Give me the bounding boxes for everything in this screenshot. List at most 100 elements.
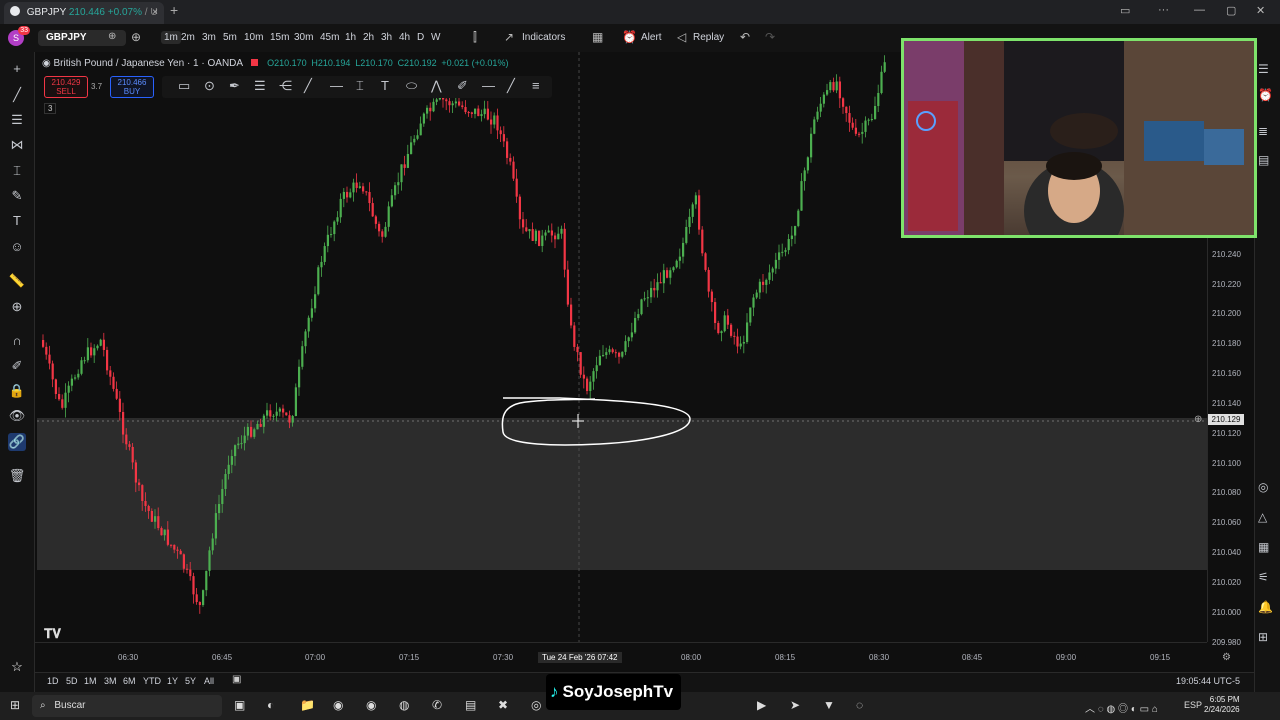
candle-body xyxy=(563,228,566,270)
range-3M[interactable]: 3M xyxy=(104,676,117,686)
range-1Y[interactable]: 1Y xyxy=(167,676,178,686)
excel-icon[interactable]: ✖ xyxy=(498,698,508,712)
chrome-icon[interactable]: ◉ xyxy=(333,698,343,712)
windows-start-icon[interactable]: ⊞ xyxy=(10,698,20,712)
file-explorer-icon[interactable]: 📁 xyxy=(300,698,315,712)
highlighter-icon[interactable]: ✐ xyxy=(457,78,468,94)
buy-button[interactable]: 210.466 BUY xyxy=(110,76,154,98)
horizontal-ray-icon[interactable]: — xyxy=(330,78,343,93)
candle-body xyxy=(557,233,560,240)
chrome-profile-icon[interactable]: ◉ xyxy=(366,698,376,712)
app-icon[interactable]: ▤ xyxy=(465,698,476,712)
settings-gear-icon[interactable]: ⚙ xyxy=(1222,652,1231,663)
brave-icon[interactable]: ▼ xyxy=(823,698,835,712)
candle-body xyxy=(851,122,854,128)
candle-body xyxy=(154,516,157,522)
pen-icon[interactable]: ✒ xyxy=(229,78,240,94)
line-icon[interactable]: ╱ xyxy=(304,78,312,94)
ellipse-icon[interactable]: ⬭ xyxy=(406,78,417,94)
pitchfork-icon[interactable]: ⋲ xyxy=(279,78,292,94)
legend-title[interactable]: British Pound / Japanese Yen · 1 · OANDA xyxy=(54,58,243,69)
range-YTD[interactable]: YTD xyxy=(143,676,161,686)
candle-body xyxy=(83,360,86,362)
candle-body xyxy=(605,352,608,356)
candle-body xyxy=(186,568,189,570)
apps-grid-icon[interactable]: ⊞ xyxy=(1258,630,1268,644)
taskbar-search[interactable]: ⌕ Buscar xyxy=(32,695,222,717)
obs-icon[interactable]: ◌ xyxy=(856,698,863,712)
candle-body xyxy=(531,229,534,241)
fib-retracement-icon[interactable]: ☰ xyxy=(254,78,266,94)
target-icon[interactable]: ◎ xyxy=(1258,480,1268,494)
candle-body xyxy=(685,227,688,243)
time-tick: 08:45 xyxy=(962,653,983,662)
time-tick: 09:00 xyxy=(1056,653,1077,662)
range-1D[interactable]: 1D xyxy=(47,676,59,686)
candle-body xyxy=(701,229,704,254)
candle-body xyxy=(765,279,768,285)
candle-body xyxy=(749,307,752,323)
stream-icon[interactable]: ⚟ xyxy=(1258,570,1269,584)
watchlist-icon[interactable]: ☰ xyxy=(1258,62,1269,76)
candle-body xyxy=(653,287,656,291)
candle-body xyxy=(349,192,352,198)
range-All[interactable]: All xyxy=(204,676,214,686)
system-tray[interactable]: ︿ ◌ ◍ ◎ ◐ ▭ ⌂ xyxy=(1085,700,1158,715)
calendar-icon[interactable]: ▦ xyxy=(1258,540,1269,554)
close-window-icon[interactable]: ✕ xyxy=(1256,4,1265,17)
candle-body xyxy=(390,195,393,207)
candle-body xyxy=(416,135,419,139)
price-tick: 210.100 xyxy=(1212,459,1241,468)
candle-body xyxy=(256,423,259,430)
candle-body xyxy=(157,516,160,529)
candle-body xyxy=(582,374,585,379)
candle-body xyxy=(288,415,291,423)
range-1M[interactable]: 1M xyxy=(84,676,97,686)
candle-body xyxy=(422,113,425,124)
candle-body xyxy=(774,259,777,269)
candle-body xyxy=(304,331,307,347)
circle-icon[interactable]: ⊙ xyxy=(204,78,215,94)
range-5Y[interactable]: 5Y xyxy=(185,676,196,686)
candle-body xyxy=(794,226,797,236)
tradingview-taskbar-icon[interactable]: ▶ xyxy=(757,698,766,712)
date-range-icon[interactable]: ▣ xyxy=(232,674,241,685)
candle-body xyxy=(346,191,349,198)
favorites-star-icon[interactable]: ☆ xyxy=(8,658,26,676)
text-tool-icon[interactable]: T xyxy=(381,78,389,93)
vertical-text-icon[interactable]: ⌶ xyxy=(356,78,364,94)
range-6M[interactable]: 6M xyxy=(123,676,136,686)
ray-icon[interactable]: ╱ xyxy=(507,78,515,94)
candle-body xyxy=(566,269,569,305)
candle-body xyxy=(650,287,653,298)
system-clock[interactable]: 6:05 PM 2/24/2026 xyxy=(1204,695,1240,715)
discord-icon[interactable]: ◍ xyxy=(399,698,409,712)
data-window-icon[interactable]: ≣ xyxy=(1258,124,1268,138)
alerts-sidebar-icon[interactable]: ⏰ xyxy=(1258,88,1273,102)
add-alert-icon[interactable]: ⊕ xyxy=(1194,414,1202,425)
rectangle-icon[interactable]: ▭ xyxy=(178,78,190,94)
spotify-icon[interactable]: ◎ xyxy=(531,698,541,712)
maximize-icon[interactable]: ▢ xyxy=(1226,4,1236,17)
dash-line-icon[interactable]: — xyxy=(482,78,495,93)
pine-icon[interactable]: △ xyxy=(1258,510,1267,524)
candle-body xyxy=(640,299,643,315)
price-tick: 210.060 xyxy=(1212,518,1241,527)
language-indicator[interactable]: ESP xyxy=(1184,700,1202,710)
candle-body xyxy=(586,378,589,391)
notifications-icon[interactable]: 🔔 xyxy=(1258,600,1273,614)
candle-body xyxy=(787,239,790,251)
sell-button[interactable]: 210.429 SELL xyxy=(44,76,88,98)
clock[interactable]: 19:05:44 UTC-5 xyxy=(1176,676,1240,686)
candle-body xyxy=(678,256,681,261)
candle-body xyxy=(330,234,333,236)
path-icon[interactable]: ⋀ xyxy=(431,78,442,94)
copilot-icon[interactable]: ◐ xyxy=(267,698,274,712)
range-5D[interactable]: 5D xyxy=(66,676,78,686)
whatsapp-icon[interactable]: ✆ xyxy=(432,698,442,712)
indicator-count-badge[interactable]: 3 xyxy=(44,103,57,114)
chat-icon[interactable]: ▤ xyxy=(1258,153,1269,167)
menu-icon[interactable]: ≡ xyxy=(532,78,540,93)
task-view-icon[interactable]: ▣ xyxy=(234,698,245,712)
telegram-icon[interactable]: ➤ xyxy=(790,698,800,712)
